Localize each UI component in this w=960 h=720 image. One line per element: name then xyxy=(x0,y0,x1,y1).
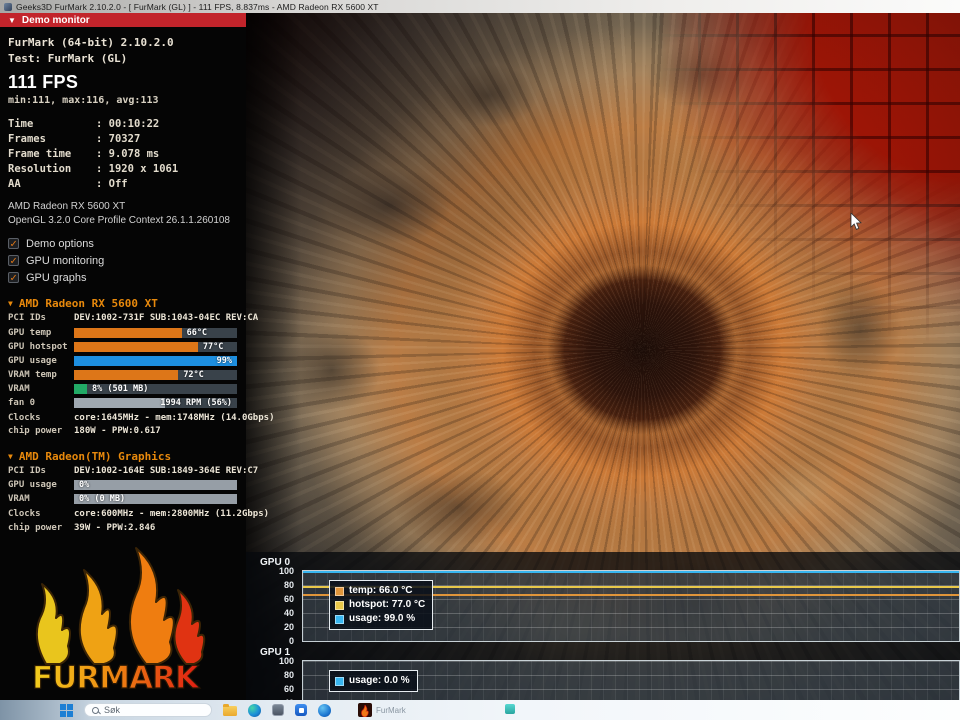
gpu0-section-header[interactable]: ▼ AMD Radeon RX 5600 XT xyxy=(8,297,238,310)
gpu0-clocks-row: Clocks core:1645MHz - mem:1748MHz (14.0Gb… xyxy=(8,412,275,423)
gpu-temp-bar: 66°C xyxy=(74,327,237,338)
gpu0-vram-row: VRAM 8% (501 MB) xyxy=(8,382,238,396)
store-app-icon[interactable] xyxy=(295,704,307,716)
checkmark-icon: ✓ xyxy=(8,255,19,266)
gpu0-vram-temp-row: VRAM temp 72°C xyxy=(8,368,238,382)
gpu0-pci-row: PCI IDs DEV:1002-731F SUB:1043-04EC REV:C… xyxy=(8,313,259,323)
window-title: Geeks3D FurMark 2.10.2.0 - [ FurMark (GL… xyxy=(16,1,379,12)
collapse-triangle-icon: ▼ xyxy=(8,15,16,25)
gpu-usage-bar: 99% xyxy=(74,355,237,366)
gpu1-clocks-row: Clocks core:600MHz - mem:2800MHz (11.2Gbp… xyxy=(8,509,270,519)
mouse-cursor-icon xyxy=(850,213,862,230)
usage-swatch-icon xyxy=(335,614,344,624)
gpu0-usage-row: GPU usage 99% xyxy=(8,354,238,368)
osd-panel: ▼ Demo monitor FurMark (64-bit) 2.10.2.0… xyxy=(0,13,275,700)
test-line: Test: FurMark (GL) xyxy=(8,52,128,65)
file-explorer-icon[interactable] xyxy=(223,704,237,716)
usage-line xyxy=(303,571,959,573)
temp-swatch-icon xyxy=(335,586,344,596)
gpu0-graph-label: GPU 0 xyxy=(260,557,291,568)
demo-monitor-header[interactable]: ▼ Demo monitor xyxy=(0,13,246,27)
checkbox-gpu-monitoring[interactable]: ✓ GPU monitoring xyxy=(8,252,238,269)
vram-temp-bar: 72°C xyxy=(74,369,237,380)
furmark-taskbar-label: FurMark xyxy=(376,705,406,715)
gpu1-section-header[interactable]: ▼ AMD Radeon(TM) Graphics xyxy=(8,450,238,463)
vram-usage-bar: 0% (0 MB) xyxy=(74,494,237,504)
gpu0-hotspot-row: GPU hotspot 77°C xyxy=(8,340,238,354)
gpu1-vram-row: VRAM 0% (0 MB) xyxy=(8,492,238,506)
demo-monitor-title: Demo monitor xyxy=(21,14,90,26)
search-placeholder: Søk xyxy=(104,705,121,715)
tray-app-icon[interactable] xyxy=(505,704,515,714)
usage-swatch-icon xyxy=(335,676,344,686)
stat-row-frames: Frames70327 xyxy=(8,132,238,147)
browser-app-icon[interactable] xyxy=(318,703,331,717)
checkbox-demo-options[interactable]: ✓ Demo options xyxy=(8,235,238,252)
collapse-triangle-icon: ▼ xyxy=(8,299,13,308)
gpu1-power-row: chip power 39W - PPW:2.846 xyxy=(8,522,156,533)
windows-start-icon[interactable] xyxy=(60,703,73,717)
collapse-triangle-icon: ▼ xyxy=(8,451,13,461)
stat-row-aa: AAOff xyxy=(8,177,238,192)
gpu1-plot-area: usage: 0.0 % xyxy=(302,660,960,700)
app-window-icon xyxy=(4,2,12,11)
checkmark-icon: ✓ xyxy=(8,238,19,249)
stat-row-time: Time00:10:22 xyxy=(8,117,238,132)
app-version-line: FurMark (64-bit) 2.10.2.0 xyxy=(8,36,174,49)
gpu-usage-bar: 0% xyxy=(74,480,237,490)
checkbox-gpu-graphs[interactable]: ✓ GPU graphs xyxy=(8,269,238,286)
checkmark-icon: ✓ xyxy=(8,272,19,283)
fps-counter: 111 FPS xyxy=(8,72,79,92)
windows-taskbar: Søk FurMark xyxy=(0,700,960,720)
stat-row-resolution: Resolution1920 x 1061 xyxy=(8,162,238,177)
window-titlebar: Geeks3D FurMark 2.10.2.0 - [ FurMark (GL… xyxy=(0,0,960,13)
vram-usage-bar: 8% (501 MB) xyxy=(74,383,237,394)
furmark-taskbar-button[interactable]: FurMark xyxy=(358,703,406,717)
gpu0-chart: 100 80 60 40 20 0 temp: 66.0 °C hotspot:… xyxy=(246,566,960,646)
stat-row-frametime: Frame time9.078 ms xyxy=(8,147,238,162)
gpu-graphs-overlay: GPU 0 100 80 60 40 20 0 temp: 66.0 °C ho… xyxy=(246,552,960,700)
gray-app-icon[interactable] xyxy=(272,704,284,716)
fan-speed-bar: 1994 RPM (56%) xyxy=(74,397,237,408)
gpu0-temp-row: GPU temp 66°C xyxy=(8,326,238,340)
gpu0-y-axis: 100 80 60 40 20 0 xyxy=(278,566,294,646)
hotspot-swatch-icon xyxy=(335,600,344,610)
gpu1-graph-label: GPU 1 xyxy=(260,647,291,658)
gpu1-chart: 100 80 60 40 usage: 0.0 % xyxy=(246,656,960,700)
gpu0-power-row: chip power 180W - PPW:0.617 xyxy=(8,426,161,436)
options-checkboxes: ✓ Demo options ✓ GPU monitoring ✓ GPU gr… xyxy=(8,235,238,286)
gpu1-legend: usage: 0.0 % xyxy=(329,670,418,692)
stats-block: Time00:10:22 Frames70327 Frame time9.078… xyxy=(8,117,238,192)
gpu0-fan-row: fan 0 1994 RPM (56%) xyxy=(8,396,238,410)
fps-minmax: min:111, max:116, avg:113 xyxy=(8,95,159,106)
gpu-name-line: AMD Radeon RX 5600 XT xyxy=(8,201,126,212)
monitor-screen: Geeks3D FurMark 2.10.2.0 - [ FurMark (GL… xyxy=(0,0,960,720)
gpu1-usage-row: GPU usage 0% xyxy=(8,478,238,492)
gpu0-legend: temp: 66.0 °C hotspot: 77.0 °C usage: 99… xyxy=(329,580,434,630)
gpu0-plot-area: temp: 66.0 °C hotspot: 77.0 °C usage: 99… xyxy=(302,570,960,642)
furmark-logo-text: FURMARK xyxy=(32,660,200,694)
gpu1-pci-row: PCI IDs DEV:1002-164E SUB:1849-364E REV:C… xyxy=(8,465,259,476)
search-icon xyxy=(92,706,99,714)
taskbar-search-input[interactable]: Søk xyxy=(84,703,212,717)
furmark-flame-icon xyxy=(358,703,372,717)
edge-browser-icon[interactable] xyxy=(248,703,261,717)
gpu1-y-axis: 100 80 60 40 xyxy=(278,656,294,700)
furmark-logo: FURMARK xyxy=(31,547,206,694)
gpu-hotspot-bar: 77°C xyxy=(74,341,237,352)
opengl-line: OpenGL 3.2.0 Core Profile Context 26.1.1… xyxy=(8,215,230,226)
